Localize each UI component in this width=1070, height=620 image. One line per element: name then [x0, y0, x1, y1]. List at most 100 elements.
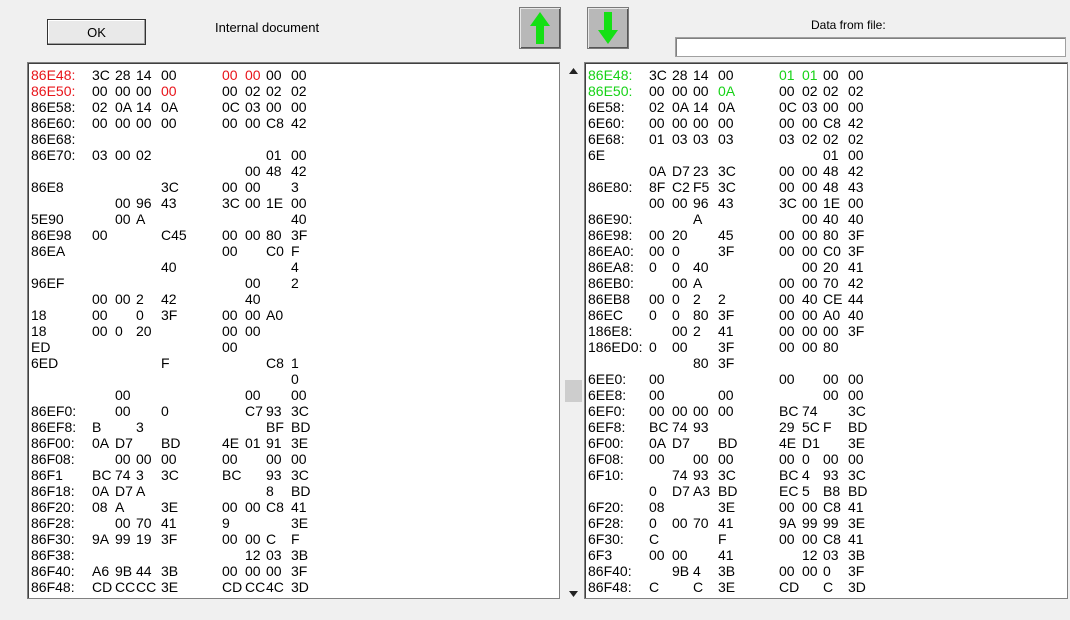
hex-byte: 03 — [823, 547, 839, 563]
hex-byte: A0 — [823, 307, 841, 323]
hex-byte: 03 — [718, 131, 734, 147]
hex-address: 86F40: — [588, 563, 632, 579]
hex-byte: 00 — [291, 99, 307, 115]
hex-address: 86F48: — [31, 579, 75, 595]
hex-byte: 48 — [823, 163, 839, 179]
hex-byte: 3E — [718, 579, 736, 595]
hex-byte: 2 — [693, 323, 701, 339]
hex-byte: 00 — [672, 195, 688, 211]
hex-address: 18 — [31, 323, 47, 339]
scroll-up-button[interactable] — [564, 62, 583, 79]
hex-byte: 99 — [823, 515, 839, 531]
hex-byte: 3B — [848, 547, 866, 563]
hex-byte: 00 — [848, 67, 864, 83]
hex-byte: 4 — [291, 259, 299, 275]
hex-byte: 19 — [136, 531, 152, 547]
hex-byte: 00 — [779, 243, 795, 259]
hex-byte: B — [92, 419, 102, 435]
hex-byte: 00 — [92, 307, 108, 323]
hex-byte: 3 — [136, 419, 144, 435]
hex-byte: 00 — [672, 275, 688, 291]
hex-byte: 9A — [779, 515, 797, 531]
copy-up-button[interactable] — [519, 7, 561, 49]
hex-byte: 0 — [823, 563, 831, 579]
hex-scrollbar[interactable] — [564, 62, 583, 602]
hex-byte: 0 — [649, 259, 657, 275]
hex-byte: 3F — [291, 227, 308, 243]
hex-byte: 00 — [136, 115, 152, 131]
hex-byte: 00 — [848, 371, 864, 387]
hex-byte: 00 — [92, 227, 108, 243]
hex-byte: 3C — [92, 67, 110, 83]
hex-byte: 00 — [779, 163, 795, 179]
hex-byte: 3C — [161, 179, 179, 195]
hex-byte: 41 — [291, 499, 307, 515]
hex-byte: D7 — [672, 163, 690, 179]
hex-address: 6EF8: — [588, 419, 626, 435]
hex-byte: 1 — [291, 355, 299, 371]
hex-byte: 14 — [693, 67, 709, 83]
hex-address: 6F20: — [588, 499, 624, 515]
internal-hex-list[interactable]: 86E48: 3C 28 14 00 00 00 00 00 86E50: 00 00 00 00 00 02… — [27, 62, 560, 599]
hex-byte: 00 — [115, 211, 131, 227]
hex-byte: 00 — [649, 83, 665, 99]
hex-byte: 80 — [823, 227, 839, 243]
file-hex-list[interactable]: 86E48: 3C 28 14 00 01 01 00 00 86E50: 00 00 00 0A 00 02… — [584, 62, 1068, 599]
copy-down-button[interactable] — [587, 7, 629, 49]
hex-byte: B8 — [823, 483, 841, 499]
hex-byte: 0 — [672, 291, 680, 307]
ok-button[interactable]: OK — [47, 19, 146, 45]
hex-byte: 3B — [718, 563, 736, 579]
hex-byte: 42 — [161, 291, 177, 307]
hex-byte: F — [718, 531, 727, 547]
hex-byte: C0 — [823, 243, 841, 259]
hex-byte: 00 — [718, 67, 734, 83]
hex-byte: 00 — [92, 323, 108, 339]
hex-byte: 03 — [266, 547, 282, 563]
hex-byte: 3F — [848, 563, 865, 579]
hex-byte: CC — [245, 579, 266, 595]
hex-address: 6ED — [31, 355, 59, 371]
hex-byte: 20 — [136, 323, 152, 339]
hex-byte: 40 — [848, 211, 864, 227]
hex-byte: 03 — [245, 99, 261, 115]
hex-byte: 00 — [802, 163, 818, 179]
hex-byte: 74 — [672, 467, 688, 483]
hex-byte: 00 — [291, 67, 307, 83]
file-path-field[interactable] — [675, 37, 1066, 57]
hex-byte: 44 — [136, 563, 152, 579]
internal-document-label: Internal document — [215, 20, 320, 35]
hex-byte: 3F — [718, 243, 735, 259]
hex-byte: F — [291, 531, 300, 547]
hex-byte: C7 — [245, 403, 263, 419]
hex-byte: 00 — [245, 115, 261, 131]
hex-byte: 00 — [802, 499, 818, 515]
hex-byte: 3C — [848, 403, 866, 419]
hex-byte: 41 — [161, 515, 177, 531]
hex-byte: 00 — [92, 291, 108, 307]
hex-address: 86F48: — [588, 579, 632, 595]
hex-byte: 03 — [672, 131, 688, 147]
hex-address: 86F30: — [31, 531, 75, 547]
hex-byte: 00 — [222, 499, 238, 515]
hex-byte: 0 — [672, 243, 680, 259]
hex-byte: 00 — [136, 83, 152, 99]
hex-address: 5E90 — [31, 211, 64, 227]
scroll-thumb[interactable] — [565, 380, 582, 402]
hex-byte: 93 — [266, 403, 282, 419]
hex-byte: 02 — [266, 83, 282, 99]
hex-byte: BC — [92, 467, 112, 483]
scroll-down-button[interactable] — [564, 585, 583, 602]
hex-byte: A0 — [266, 307, 284, 323]
hex-byte: 00 — [802, 531, 818, 547]
hex-byte: 00 — [245, 163, 261, 179]
hex-byte: 00 — [848, 451, 864, 467]
hex-byte: BC — [222, 467, 242, 483]
hex-byte: 3F — [848, 323, 865, 339]
hex-byte: BD — [718, 435, 738, 451]
hex-byte: 20 — [823, 259, 839, 275]
hex-byte: 91 — [266, 435, 282, 451]
hex-byte: 0C — [222, 99, 240, 115]
hex-byte: 03 — [802, 99, 818, 115]
hex-byte: 0C — [779, 99, 797, 115]
